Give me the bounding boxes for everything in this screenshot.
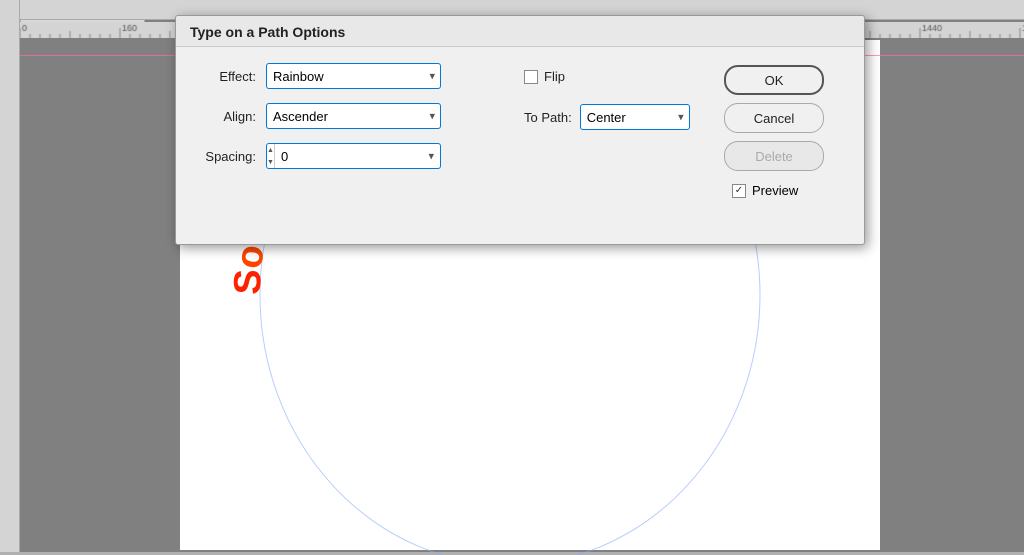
effect-select-wrapper: Rainbow Skew 3D Ribbon Stair Step Gravit… xyxy=(266,63,441,89)
cancel-button[interactable]: Cancel xyxy=(724,103,824,133)
curved-text-area: Somewhere Over the Rainbow xyxy=(200,245,820,555)
spacing-stepper[interactable]: ▲ ▼ xyxy=(267,144,275,168)
effect-select[interactable]: Rainbow Skew 3D Ribbon Stair Step Gravit… xyxy=(266,63,441,89)
spacing-up-arrow[interactable]: ▲ xyxy=(267,144,274,156)
spacing-row: Spacing: ▲ ▼ ▾ xyxy=(196,143,524,169)
align-select-wrapper: Ascender Descender Center Baseline Em Bo… xyxy=(266,103,441,129)
delete-button[interactable]: Delete xyxy=(724,141,824,171)
spacing-dropdown-arrow[interactable]: ▾ xyxy=(428,150,434,163)
middle-area: Flip To Path: Center Top Bottom xyxy=(524,63,724,198)
align-row: Align: Ascender Descender Center Baselin… xyxy=(196,103,524,129)
align-label: Align: xyxy=(196,109,266,124)
type-on-path-options-dialog: Type on a Path Options Effect: Rainbow S… xyxy=(175,15,865,245)
ruler-left xyxy=(0,0,20,552)
effect-row: Effect: Rainbow Skew 3D Ribbon Stair Ste… xyxy=(196,63,524,89)
spacing-label: Spacing: xyxy=(196,149,266,164)
flip-label: Flip xyxy=(544,69,565,84)
ok-button[interactable]: OK xyxy=(724,65,824,95)
spacing-down-arrow[interactable]: ▼ xyxy=(267,156,274,168)
preview-checkbox[interactable]: ✓ xyxy=(732,184,746,198)
svg-text:Somewhere Over the Rainbow: Somewhere Over the Rainbow xyxy=(227,245,658,295)
preview-row: ✓ Preview xyxy=(724,183,844,198)
topath-select-wrapper: Center Top Bottom xyxy=(580,104,690,130)
form-area: Effect: Rainbow Skew 3D Ribbon Stair Ste… xyxy=(196,63,524,198)
dialog-title: Type on a Path Options xyxy=(176,16,864,47)
topath-select[interactable]: Center Top Bottom xyxy=(580,104,690,130)
button-area: OK Cancel Delete ✓ Preview xyxy=(724,63,844,198)
topath-label: To Path: xyxy=(524,110,572,125)
spacing-input[interactable] xyxy=(275,149,463,164)
dialog-body: Effect: Rainbow Skew 3D Ribbon Stair Ste… xyxy=(176,47,864,214)
effect-label: Effect: xyxy=(196,69,266,84)
flip-row: Flip xyxy=(524,69,724,84)
spacing-input-wrapper: ▲ ▼ ▾ xyxy=(266,143,441,169)
preview-label: Preview xyxy=(752,183,798,198)
topath-row: To Path: Center Top Bottom xyxy=(524,104,724,130)
curved-text-svg: Somewhere Over the Rainbow xyxy=(200,245,820,555)
flip-checkbox[interactable] xyxy=(524,70,538,84)
align-select[interactable]: Ascender Descender Center Baseline Em Bo… xyxy=(266,103,441,129)
